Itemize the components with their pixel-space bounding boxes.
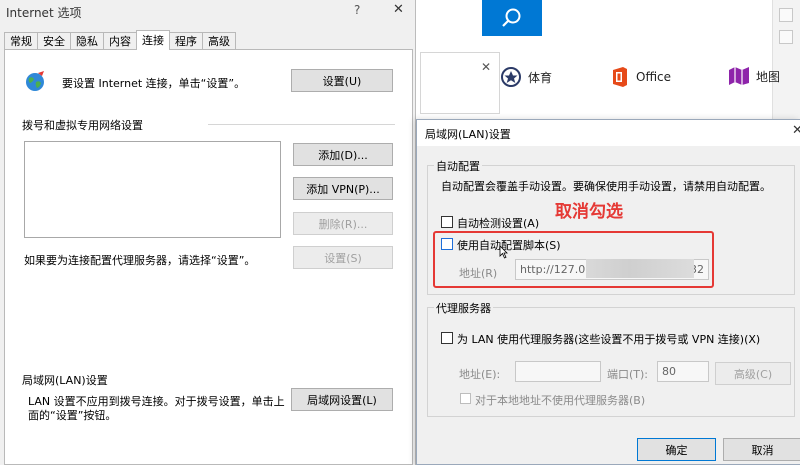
advanced-button[interactable]: 高级(C) — [715, 362, 791, 385]
tab-content[interactable]: 内容 — [103, 32, 137, 50]
lan-description-line2: 面的“设置”按钮。 — [28, 409, 117, 422]
bypass-local-checkbox[interactable] — [460, 393, 471, 404]
window-title: Internet 选项 — [6, 6, 82, 20]
internet-options-window: Internet 选项 ? ✕ 常规 安全 隐私 内容 连接 程序 高级 要设置… — [0, 0, 416, 465]
search-button[interactable] — [482, 0, 542, 36]
search-icon — [502, 8, 521, 27]
proxy-heading: 代理服务器 — [434, 300, 493, 316]
tab-connections[interactable]: 连接 — [136, 30, 170, 50]
setup-button[interactable]: 设置(U) — [291, 69, 393, 92]
lan-dialog-titlebar: 局域网(LAN)设置 ✕ — [417, 120, 800, 146]
close-button[interactable]: ✕ — [393, 2, 404, 17]
internet-globe-icon — [26, 71, 44, 91]
dialup-separator — [208, 124, 395, 125]
proxy-address-label: 地址(E): — [459, 368, 501, 381]
flyout-close-icon[interactable]: ✕ — [481, 60, 491, 74]
cancel-button[interactable]: 取消 — [723, 438, 800, 461]
delete-button[interactable]: 删除(R)... — [293, 212, 393, 235]
tab-security[interactable]: 安全 — [37, 32, 71, 50]
tab-strip: 常规 安全 隐私 内容 连接 程序 高级 — [4, 30, 236, 50]
proxy-port-field[interactable]: 80 — [657, 361, 709, 382]
auto-detect-label: 自动检测设置(A) — [457, 217, 540, 230]
setup-description: 要设置 Internet 连接，单击“设置”。 — [62, 77, 246, 90]
link-sports-label: 体育 — [528, 70, 553, 85]
add-button[interactable]: 添加(D)... — [293, 143, 393, 166]
link-map-label: 地图 — [756, 69, 781, 84]
lan-settings-dialog: 局域网(LAN)设置 ✕ 自动配置 自动配置会覆盖手动设置。要确保使用手动设置，… — [416, 119, 800, 465]
proxy-hint: 如果要为连接配置代理服务器，请选择“设置”。 — [24, 254, 256, 267]
lan-heading: 局域网(LAN)设置 — [22, 374, 108, 387]
add-vpn-button[interactable]: 添加 VPN(P)... — [293, 177, 393, 200]
link-office-label: Office — [636, 70, 672, 84]
auto-detect-checkbox[interactable] — [441, 216, 453, 228]
lan-dialog-title: 局域网(LAN)设置 — [425, 128, 511, 141]
tab-advanced[interactable]: 高级 — [202, 32, 236, 50]
connection-list[interactable] — [24, 141, 281, 238]
office-icon — [613, 67, 627, 87]
tab-privacy[interactable]: 隐私 — [70, 32, 104, 50]
sports-icon — [501, 67, 521, 87]
dialup-heading: 拨号和虚拟专用网络设置 — [22, 119, 143, 132]
ok-button[interactable]: 确定 — [637, 438, 716, 461]
annotation-text: 取消勾选 — [555, 202, 623, 222]
proxy-address-field[interactable] — [515, 361, 601, 382]
link-map[interactable]: 地图 — [728, 66, 780, 86]
tab-general[interactable]: 常规 — [4, 32, 38, 50]
map-icon — [729, 67, 749, 85]
bypass-local-label: 对于本地地址不使用代理服务器(B) — [475, 394, 646, 407]
link-sports[interactable]: 体育 — [500, 66, 552, 88]
tab-programs[interactable]: 程序 — [169, 32, 203, 50]
lan-settings-button[interactable]: 局域网设置(L) — [291, 388, 393, 411]
link-office[interactable]: Office — [610, 66, 671, 88]
help-button[interactable]: ? — [354, 3, 360, 17]
use-proxy-checkbox[interactable] — [441, 332, 453, 344]
browser-scrollbar[interactable] — [772, 0, 800, 120]
lan-close-button[interactable]: ✕ — [792, 123, 800, 138]
auto-config-heading: 自动配置 — [434, 158, 482, 174]
auto-config-description: 自动配置会覆盖手动设置。要确保使用手动设置，请禁用自动配置。 — [441, 180, 771, 193]
annotation-highlight-box — [433, 231, 714, 288]
settings-button[interactable]: 设置(S) — [293, 246, 393, 269]
proxy-port-label: 端口(T): — [607, 368, 649, 381]
use-proxy-label: 为 LAN 使用代理服务器(这些设置不用于拨号或 VPN 连接)(X) — [457, 333, 761, 346]
